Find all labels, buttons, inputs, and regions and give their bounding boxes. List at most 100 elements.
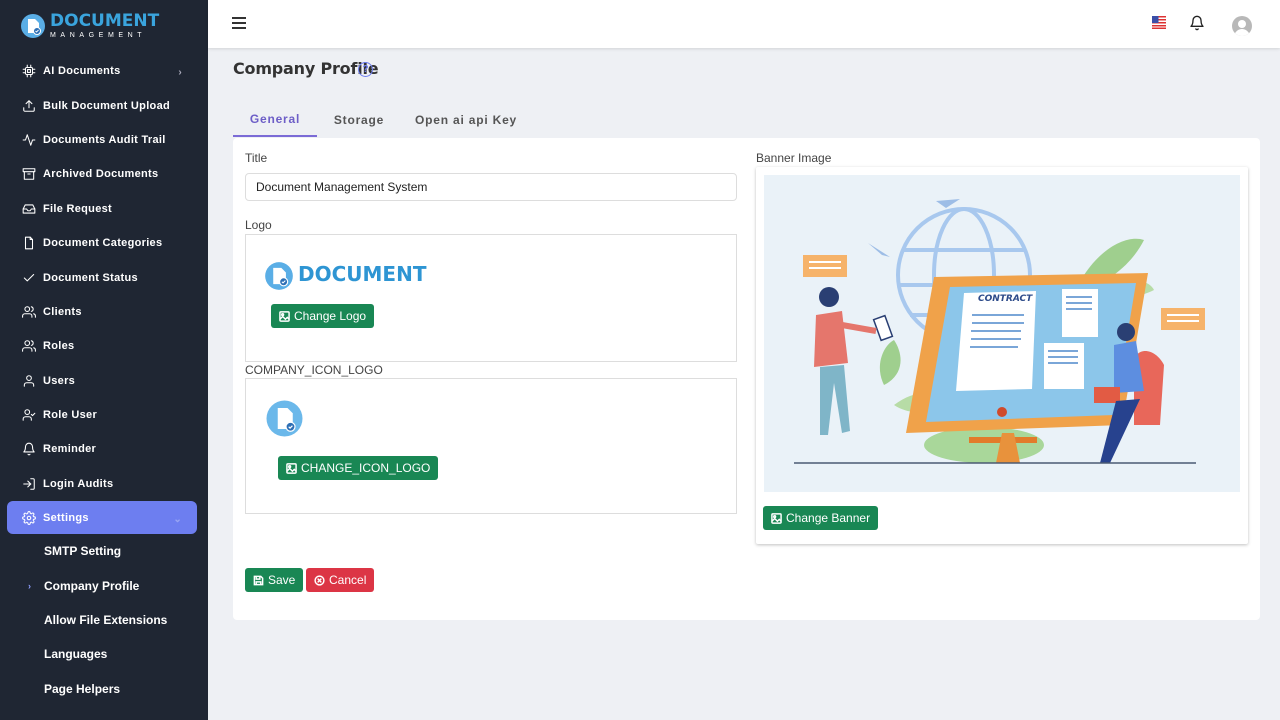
banner-image: CONTRACT — [764, 175, 1240, 492]
cancel-circle-icon — [314, 574, 325, 586]
banner-label: Banner Image — [756, 151, 832, 165]
sidebar-item-file-request[interactable]: File Request — [0, 192, 208, 226]
brand-logo[interactable]: DOCUMENT MANAGEMENT — [0, 0, 208, 52]
sidebar-item-settings[interactable]: Settings ⌄ — [7, 501, 197, 535]
sidebar-subitem-languages[interactable]: Languages — [0, 637, 208, 671]
logo-preview: DOCUMENT — [264, 261, 426, 291]
title-input[interactable] — [245, 173, 737, 201]
menu-icon[interactable] — [232, 17, 246, 29]
sidebar-nav: AI Documents › Bulk Document Upload Docu… — [0, 54, 208, 535]
sidebar-item-label: Roles — [43, 340, 75, 353]
sidebar-subitem-label: Company Profile — [44, 578, 140, 593]
brand-subtitle: MANAGEMENT — [50, 32, 147, 39]
sidebar-item-label: Documents Audit Trail — [43, 133, 166, 146]
avatar-icon — [1234, 20, 1250, 36]
image-icon — [286, 462, 297, 474]
settings-submenu: SMTP Setting › Company Profile Allow File… — [0, 534, 208, 706]
gear-icon — [22, 510, 36, 525]
save-icon — [253, 575, 264, 585]
sidebar: DOCUMENT MANAGEMENT AI Documents › Bulk … — [0, 0, 208, 720]
sidebar-item-reminder[interactable]: Reminder — [0, 432, 208, 466]
sidebar-item-document-categories[interactable]: Document Categories — [0, 226, 208, 260]
sidebar-subitem-page-helpers[interactable]: Page Helpers — [0, 672, 208, 706]
sidebar-item-label: Archived Documents — [43, 168, 159, 181]
tab-bar: General Storage Open ai api Key — [233, 103, 531, 137]
sidebar-item-clients[interactable]: Clients — [0, 295, 208, 329]
title-label: Title — [245, 151, 268, 165]
icon-logo-label: COMPANY_ICON_LOGO — [245, 363, 383, 377]
sidebar-subitem-smtp[interactable]: SMTP Setting — [0, 534, 208, 568]
sidebar-item-label: Bulk Document Upload — [43, 99, 171, 112]
login-icon — [22, 477, 36, 491]
company-icon-logo-icon — [266, 400, 303, 437]
us-flag-icon[interactable] — [1152, 16, 1166, 29]
save-label: Save — [268, 573, 296, 587]
sidebar-item-audit-trail[interactable]: Documents Audit Trail — [0, 123, 208, 157]
sidebar-item-roles[interactable]: Roles — [0, 329, 208, 363]
change-logo-button[interactable]: Change Logo — [271, 304, 375, 328]
sidebar-item-label: File Request — [43, 202, 113, 215]
cancel-label: Cancel — [329, 573, 367, 587]
users-icon — [22, 305, 36, 319]
change-banner-label: Change Banner — [786, 511, 871, 525]
sidebar-subitem-company-profile[interactable]: › Company Profile — [0, 568, 208, 602]
document-logo-icon — [21, 14, 45, 38]
active-marker-icon: › — [28, 580, 31, 591]
file-icon — [22, 236, 36, 250]
icon-logo-box — [245, 378, 737, 514]
save-button[interactable]: Save — [245, 568, 304, 592]
chip-icon — [22, 64, 36, 78]
sidebar-item-label: Reminder — [43, 443, 97, 456]
sidebar-item-label: Login Audits — [43, 477, 114, 490]
sidebar-item-label: Document Categories — [43, 237, 163, 250]
image-icon — [771, 512, 782, 524]
chevron-down-icon: ⌄ — [173, 514, 182, 526]
sidebar-item-role-user[interactable]: Role User — [0, 398, 208, 432]
sidebar-item-label: Clients — [43, 305, 82, 318]
change-icon-logo-label: CHANGE_ICON_LOGO — [301, 461, 431, 475]
activity-icon — [22, 133, 36, 147]
upload-icon — [22, 99, 36, 113]
sidebar-subitem-label: SMTP Setting — [44, 544, 122, 559]
sidebar-item-label: Settings — [43, 511, 89, 524]
sidebar-item-document-status[interactable]: Document Status — [0, 260, 208, 294]
bell-icon — [22, 442, 36, 456]
sidebar-subitem-file-extensions[interactable]: Allow File Extensions — [0, 603, 208, 637]
contract-illustration: CONTRACT — [794, 199, 1205, 464]
tab-general[interactable]: General — [233, 103, 317, 137]
users-icon — [22, 339, 36, 353]
cancel-button[interactable]: Cancel — [306, 568, 375, 592]
archive-icon — [22, 167, 36, 181]
sidebar-item-label: AI Documents — [43, 65, 121, 78]
tab-openai-key[interactable]: Open ai api Key — [401, 103, 531, 137]
user-avatar[interactable] — [1232, 16, 1252, 36]
notification-bell-icon[interactable] — [1189, 14, 1205, 32]
banner-contract-text: CONTRACT — [978, 294, 1033, 304]
sidebar-item-label: Role User — [43, 409, 98, 422]
user-check-icon — [22, 408, 36, 422]
logo-box: DOCUMENT — [245, 234, 737, 362]
sidebar-item-label: Users — [43, 374, 76, 387]
inbox-icon — [22, 202, 36, 216]
tab-storage[interactable]: Storage — [317, 103, 401, 137]
sidebar-item-users[interactable]: Users — [0, 364, 208, 398]
help-icon[interactable]: ? — [358, 62, 373, 77]
sidebar-subitem-label: Languages — [44, 647, 108, 662]
sidebar-item-label: Document Status — [43, 271, 138, 284]
check-icon — [22, 271, 36, 285]
sidebar-item-archived[interactable]: Archived Documents — [0, 157, 208, 191]
sidebar-item-bulk-upload[interactable]: Bulk Document Upload — [0, 88, 208, 122]
sidebar-item-login-audits[interactable]: Login Audits — [0, 467, 208, 501]
logo-text: DOCUMENT — [298, 262, 427, 286]
page-title: Company Profile — [233, 59, 379, 78]
change-banner-button[interactable]: Change Banner — [763, 506, 879, 530]
change-icon-logo-button[interactable]: CHANGE_ICON_LOGO — [278, 456, 439, 480]
brand-title: DOCUMENT — [50, 11, 160, 31]
top-bar — [208, 0, 1280, 48]
document-logo-icon — [265, 262, 293, 290]
sidebar-subitem-label: Page Helpers — [44, 681, 121, 696]
change-logo-label: Change Logo — [294, 309, 367, 323]
sidebar-subitem-label: Allow File Extensions — [44, 613, 168, 628]
sidebar-item-ai-documents[interactable]: AI Documents › — [0, 54, 208, 88]
logo-label: Logo — [245, 218, 272, 232]
